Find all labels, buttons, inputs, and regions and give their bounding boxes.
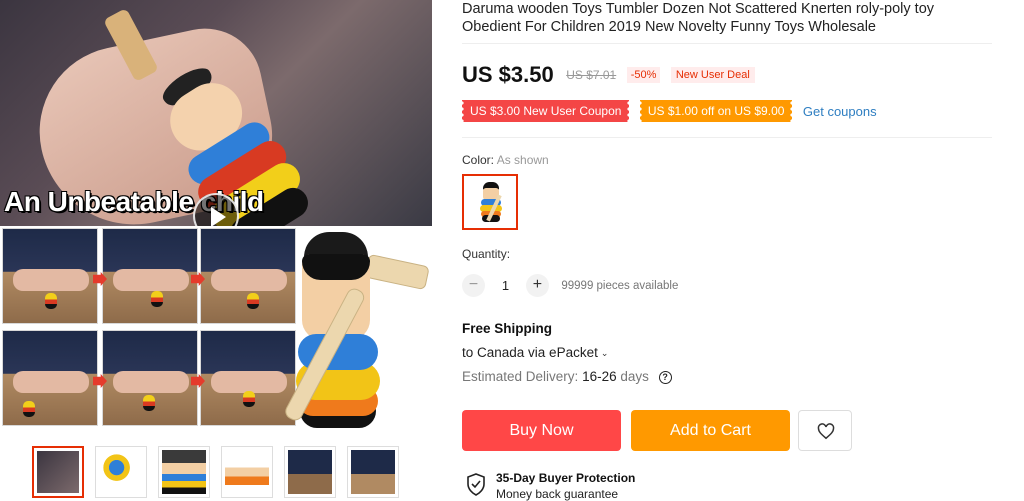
quantity-input[interactable]: 1 [489,278,521,293]
demo-frame [102,228,198,324]
wishlist-button[interactable] [798,410,852,451]
demo-frame [200,228,296,324]
protection-subtitle: Money back guarantee [496,487,619,501]
delivery-value: 16-26 [582,369,617,384]
new-user-coupon[interactable]: US $3.00 New User Coupon [459,100,632,122]
doll-with-hammer-image [282,226,432,440]
product-title: Daruma wooden Toys Tumbler Dozen Not Sca… [462,1,935,35]
color-value: As shown [496,153,549,167]
delivery-unit: days [620,369,649,384]
color-label: Color: As shown [462,153,549,167]
thumbnail-5[interactable] [284,446,336,498]
heart-icon [817,423,835,440]
shipping-title: Free Shipping [462,321,553,336]
thumbnail-3[interactable] [158,446,210,498]
demo-frame [200,330,296,426]
buyer-protection: 35-Day Buyer Protection Money back guara… [462,469,762,501]
thumbnail-6[interactable] [347,446,399,498]
quantity-stepper: − 1 + 99999 pieces available [462,274,678,298]
shipping-destination-selector[interactable]: to Canada via ePacket ⌄ [462,345,608,360]
thumbnail-4[interactable] [221,446,273,498]
question-circle-icon[interactable]: ? [658,370,672,384]
product-info: Daruma wooden Toys Tumbler Dozen Not Sca… [459,0,1002,501]
color-option-as-shown[interactable] [462,174,518,230]
product-page: An Unbeatable child Daruma wooden Toys T… [0,0,1024,501]
discount-badge: -50% [626,67,661,83]
add-to-cart-button[interactable]: Add to Cart [631,410,790,451]
chevron-down-icon: ⌄ [600,347,609,358]
demo-frames [0,226,300,440]
current-price: US $3.50 [462,62,554,87]
thumbnail-1[interactable] [32,446,84,498]
original-price: US $7.01 [566,68,617,82]
demo-frame [2,330,98,426]
protection-title: 35-Day Buyer Protection [496,471,636,485]
buy-now-button[interactable]: Buy Now [462,410,621,451]
quantity-label: Quantity: [462,247,511,261]
quantity-available: 99999 pieces available [561,279,679,292]
coupon-row: US $3.00 New User Coupon US $1.00 off on… [459,100,877,123]
main-product-image[interactable]: An Unbeatable child [0,0,432,440]
price-row: US $3.50 US $7.01 -50% New User Deal [462,62,755,90]
demo-frame [102,330,198,426]
estimated-delivery: Estimated Delivery: 16-26 days ? [462,369,672,384]
thumbnail-2[interactable] [95,446,147,498]
delivery-label: Estimated Delivery: [462,369,579,384]
divider [462,43,992,44]
color-label-text: Color: [462,153,495,167]
new-user-deal-badge: New User Deal [670,67,755,83]
store-coupon[interactable]: US $1.00 off on US $9.00 [637,100,794,122]
thumbnail-strip [32,446,402,498]
product-gallery: An Unbeatable child [0,0,436,501]
demo-frame [2,228,98,324]
divider [462,137,992,138]
quantity-decrease-button[interactable]: − [462,274,485,297]
video-preview[interactable]: An Unbeatable child [0,0,432,226]
shipping-destination: to Canada via ePacket [462,345,598,360]
swatch-image [480,182,502,222]
quantity-increase-button[interactable]: + [525,274,549,297]
shield-check-icon [467,473,485,496]
get-coupons-link[interactable]: Get coupons [803,104,877,119]
